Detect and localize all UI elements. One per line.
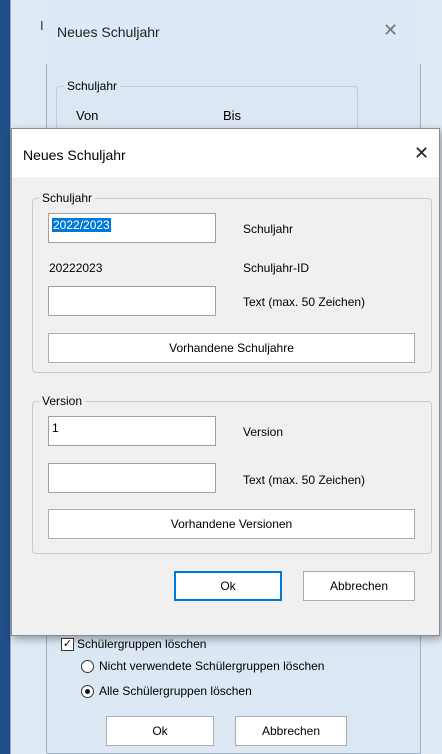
version-input[interactable]: 1 <box>48 416 216 446</box>
background-ok-button[interactable]: Ok <box>106 716 214 746</box>
desktop-edge <box>0 0 10 754</box>
version-text-input[interactable] <box>48 463 216 493</box>
radio-unused-groups-label: Nicht verwendete Schülergruppen löschen <box>99 659 325 673</box>
radio-selected-dot <box>85 689 90 694</box>
dialog-title: Neues Schuljahr <box>23 147 126 163</box>
background-to-label: Bis <box>223 108 242 123</box>
background-dialog-title: Neues Schuljahr <box>57 24 160 40</box>
background-cancel-button[interactable]: Abbrechen <box>235 716 347 746</box>
existing-school-years-button[interactable]: Vorhandene Schuljahre <box>48 333 415 363</box>
school-year-text-label: Text (max. 50 Zeichen) <box>243 295 366 309</box>
version-group-legend: Version <box>39 394 86 408</box>
version-text-label: Text (max. 50 Zeichen) <box>243 473 366 487</box>
school-year-label: Schuljahr <box>243 222 294 236</box>
parent-window-fragment: I <box>40 18 44 33</box>
background-from-label: Von <box>76 108 99 123</box>
radio-unused-groups[interactable] <box>81 660 94 673</box>
existing-versions-button[interactable]: Vorhandene Versionen <box>48 509 415 539</box>
delete-groups-label: Schülergruppen löschen <box>77 637 207 651</box>
cancel-button[interactable]: Abbrechen <box>303 571 415 601</box>
radio-all-groups[interactable] <box>81 685 94 698</box>
school-year-text-input[interactable] <box>48 286 216 316</box>
school-year-value: 2022/2023 <box>52 218 111 232</box>
school-year-id-value: 20222023 <box>49 261 103 275</box>
school-year-input[interactable]: 2022/2023 <box>48 213 216 243</box>
school-year-id-label: Schuljahr-ID <box>243 261 310 275</box>
background-group-legend: Schuljahr <box>64 79 121 93</box>
version-label: Version <box>243 425 284 439</box>
delete-groups-checkbox[interactable]: ✓ <box>61 638 74 651</box>
background-close-icon[interactable]: ✕ <box>383 22 398 40</box>
ok-button[interactable]: Ok <box>174 571 282 601</box>
close-icon[interactable]: ✕ <box>414 145 429 163</box>
schuljahr-group-legend: Schuljahr <box>39 191 96 205</box>
radio-all-groups-label: Alle Schülergruppen löschen <box>99 684 252 698</box>
